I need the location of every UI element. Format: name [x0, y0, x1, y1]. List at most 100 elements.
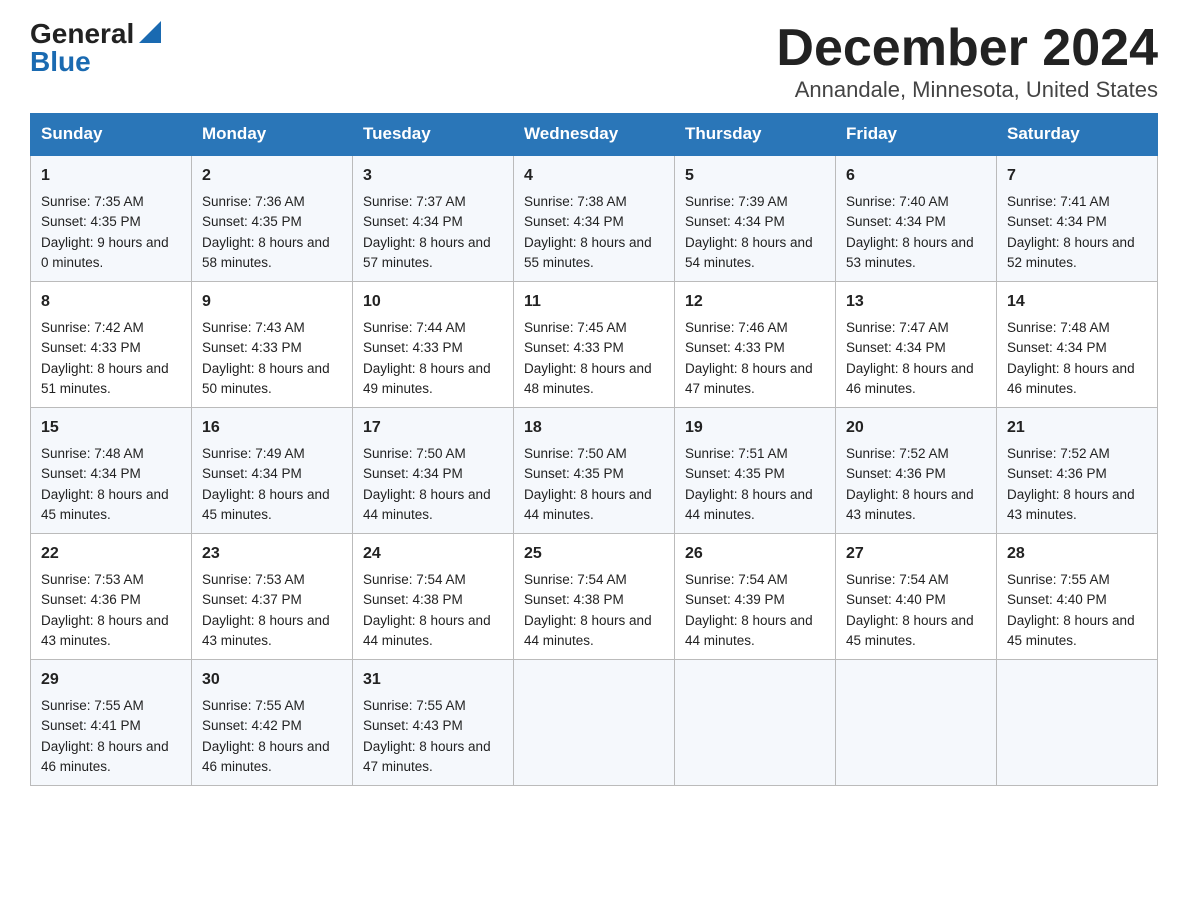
sunset-info: Sunset: 4:40 PM [1007, 590, 1147, 610]
daylight-info: Daylight: 8 hours and55 minutes. [524, 233, 664, 274]
sunrise-info: Sunrise: 7:54 AM [363, 570, 503, 590]
daylight-info: Daylight: 8 hours and43 minutes. [41, 611, 181, 652]
calendar-day-cell: 27Sunrise: 7:54 AMSunset: 4:40 PMDayligh… [836, 534, 997, 660]
sunset-info: Sunset: 4:42 PM [202, 716, 342, 736]
header-wednesday: Wednesday [514, 114, 675, 156]
calendar-day-cell: 12Sunrise: 7:46 AMSunset: 4:33 PMDayligh… [675, 282, 836, 408]
sunrise-info: Sunrise: 7:52 AM [846, 444, 986, 464]
day-number: 25 [524, 542, 664, 566]
header-saturday: Saturday [997, 114, 1158, 156]
sunset-info: Sunset: 4:34 PM [363, 464, 503, 484]
day-number: 8 [41, 290, 181, 314]
daylight-info: Daylight: 8 hours and46 minutes. [846, 359, 986, 400]
daylight-info: Daylight: 8 hours and45 minutes. [41, 485, 181, 526]
calendar-day-cell: 16Sunrise: 7:49 AMSunset: 4:34 PMDayligh… [192, 408, 353, 534]
calendar-day-cell [514, 660, 675, 786]
sunset-info: Sunset: 4:35 PM [524, 464, 664, 484]
day-number: 27 [846, 542, 986, 566]
calendar-day-cell: 7Sunrise: 7:41 AMSunset: 4:34 PMDaylight… [997, 155, 1158, 282]
logo-triangle-icon [139, 21, 161, 43]
day-number: 14 [1007, 290, 1147, 314]
day-number: 26 [685, 542, 825, 566]
header-monday: Monday [192, 114, 353, 156]
calendar-day-cell: 8Sunrise: 7:42 AMSunset: 4:33 PMDaylight… [31, 282, 192, 408]
header-tuesday: Tuesday [353, 114, 514, 156]
calendar-day-cell: 4Sunrise: 7:38 AMSunset: 4:34 PMDaylight… [514, 155, 675, 282]
sunset-info: Sunset: 4:33 PM [363, 338, 503, 358]
calendar-day-cell: 11Sunrise: 7:45 AMSunset: 4:33 PMDayligh… [514, 282, 675, 408]
sunset-info: Sunset: 4:36 PM [1007, 464, 1147, 484]
daylight-info: Daylight: 8 hours and54 minutes. [685, 233, 825, 274]
sunset-info: Sunset: 4:41 PM [41, 716, 181, 736]
calendar-day-cell: 14Sunrise: 7:48 AMSunset: 4:34 PMDayligh… [997, 282, 1158, 408]
sunrise-info: Sunrise: 7:43 AM [202, 318, 342, 338]
daylight-info: Daylight: 8 hours and53 minutes. [846, 233, 986, 274]
calendar-day-cell: 24Sunrise: 7:54 AMSunset: 4:38 PMDayligh… [353, 534, 514, 660]
calendar-day-cell: 20Sunrise: 7:52 AMSunset: 4:36 PMDayligh… [836, 408, 997, 534]
calendar-day-cell: 17Sunrise: 7:50 AMSunset: 4:34 PMDayligh… [353, 408, 514, 534]
daylight-info: Daylight: 8 hours and46 minutes. [202, 737, 342, 778]
sunset-info: Sunset: 4:38 PM [363, 590, 503, 610]
daylight-info: Daylight: 8 hours and49 minutes. [363, 359, 503, 400]
day-number: 23 [202, 542, 342, 566]
sunrise-info: Sunrise: 7:53 AM [41, 570, 181, 590]
day-number: 19 [685, 416, 825, 440]
calendar-day-cell: 21Sunrise: 7:52 AMSunset: 4:36 PMDayligh… [997, 408, 1158, 534]
daylight-info: Daylight: 9 hours and0 minutes. [41, 233, 181, 274]
sunrise-info: Sunrise: 7:36 AM [202, 192, 342, 212]
calendar-day-cell: 31Sunrise: 7:55 AMSunset: 4:43 PMDayligh… [353, 660, 514, 786]
calendar-week-3: 15Sunrise: 7:48 AMSunset: 4:34 PMDayligh… [31, 408, 1158, 534]
day-number: 11 [524, 290, 664, 314]
sunset-info: Sunset: 4:34 PM [41, 464, 181, 484]
daylight-info: Daylight: 8 hours and46 minutes. [41, 737, 181, 778]
sunrise-info: Sunrise: 7:55 AM [41, 696, 181, 716]
sunrise-info: Sunrise: 7:50 AM [363, 444, 503, 464]
sunset-info: Sunset: 4:35 PM [685, 464, 825, 484]
sunrise-info: Sunrise: 7:54 AM [685, 570, 825, 590]
calendar-day-cell: 9Sunrise: 7:43 AMSunset: 4:33 PMDaylight… [192, 282, 353, 408]
sunset-info: Sunset: 4:33 PM [202, 338, 342, 358]
calendar-day-cell: 3Sunrise: 7:37 AMSunset: 4:34 PMDaylight… [353, 155, 514, 282]
calendar-week-5: 29Sunrise: 7:55 AMSunset: 4:41 PMDayligh… [31, 660, 1158, 786]
title-block: December 2024 Annandale, Minnesota, Unit… [776, 20, 1158, 103]
sunset-info: Sunset: 4:34 PM [1007, 212, 1147, 232]
calendar-title: December 2024 [776, 20, 1158, 77]
calendar-subtitle: Annandale, Minnesota, United States [776, 77, 1158, 103]
header-friday: Friday [836, 114, 997, 156]
day-number: 17 [363, 416, 503, 440]
sunset-info: Sunset: 4:35 PM [202, 212, 342, 232]
sunrise-info: Sunrise: 7:48 AM [1007, 318, 1147, 338]
sunrise-info: Sunrise: 7:54 AM [524, 570, 664, 590]
daylight-info: Daylight: 8 hours and51 minutes. [41, 359, 181, 400]
daylight-info: Daylight: 8 hours and44 minutes. [685, 485, 825, 526]
sunset-info: Sunset: 4:43 PM [363, 716, 503, 736]
day-number: 28 [1007, 542, 1147, 566]
sunset-info: Sunset: 4:34 PM [202, 464, 342, 484]
daylight-info: Daylight: 8 hours and46 minutes. [1007, 359, 1147, 400]
day-number: 13 [846, 290, 986, 314]
calendar-day-cell [997, 660, 1158, 786]
daylight-info: Daylight: 8 hours and44 minutes. [524, 611, 664, 652]
sunset-info: Sunset: 4:34 PM [524, 212, 664, 232]
daylight-info: Daylight: 8 hours and43 minutes. [202, 611, 342, 652]
day-number: 3 [363, 164, 503, 188]
logo-blue-text: Blue [30, 48, 91, 76]
header-sunday: Sunday [31, 114, 192, 156]
calendar-day-cell: 30Sunrise: 7:55 AMSunset: 4:42 PMDayligh… [192, 660, 353, 786]
calendar-day-cell: 26Sunrise: 7:54 AMSunset: 4:39 PMDayligh… [675, 534, 836, 660]
calendar-day-cell: 13Sunrise: 7:47 AMSunset: 4:34 PMDayligh… [836, 282, 997, 408]
day-number: 24 [363, 542, 503, 566]
calendar-day-cell: 19Sunrise: 7:51 AMSunset: 4:35 PMDayligh… [675, 408, 836, 534]
day-number: 20 [846, 416, 986, 440]
calendar-table: SundayMondayTuesdayWednesdayThursdayFrid… [30, 113, 1158, 786]
sunset-info: Sunset: 4:34 PM [685, 212, 825, 232]
logo-general-text: General [30, 20, 134, 48]
calendar-day-cell: 25Sunrise: 7:54 AMSunset: 4:38 PMDayligh… [514, 534, 675, 660]
sunset-info: Sunset: 4:40 PM [846, 590, 986, 610]
daylight-info: Daylight: 8 hours and52 minutes. [1007, 233, 1147, 274]
calendar-day-cell: 28Sunrise: 7:55 AMSunset: 4:40 PMDayligh… [997, 534, 1158, 660]
sunrise-info: Sunrise: 7:48 AM [41, 444, 181, 464]
daylight-info: Daylight: 8 hours and43 minutes. [1007, 485, 1147, 526]
daylight-info: Daylight: 8 hours and44 minutes. [524, 485, 664, 526]
sunset-info: Sunset: 4:36 PM [41, 590, 181, 610]
